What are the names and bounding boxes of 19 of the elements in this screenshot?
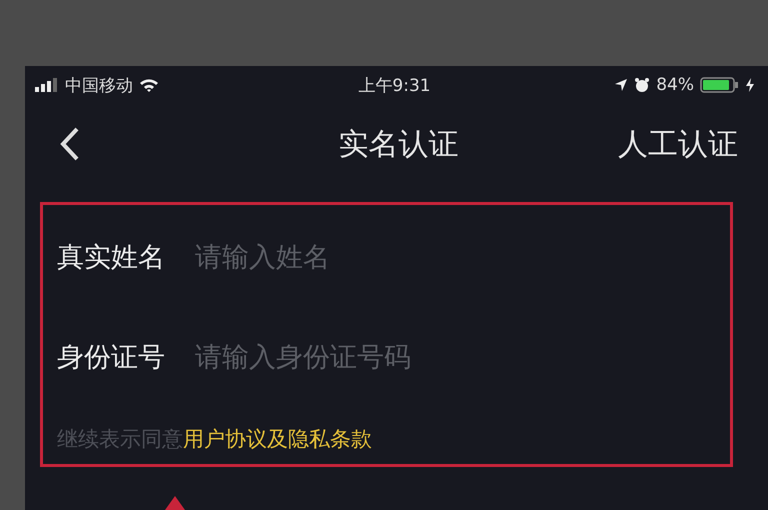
page-title: 实名认证 xyxy=(338,126,458,164)
agreement-link[interactable]: 用户协议及隐私条款 xyxy=(183,425,372,453)
manual-verify-button[interactable]: 人工认证 xyxy=(618,124,738,164)
signal-icon xyxy=(35,78,59,92)
status-time: 上午9:31 xyxy=(358,76,431,96)
wifi-icon xyxy=(139,78,159,92)
battery-icon xyxy=(700,77,740,93)
battery-percent: 84% xyxy=(656,75,694,95)
location-icon xyxy=(614,78,628,92)
agreement-text: 继续表示同意 xyxy=(57,426,183,453)
input-field[interactable]: 请输入姓名 xyxy=(195,237,730,277)
input-field[interactable]: 请输入身份证号码 xyxy=(195,337,730,377)
back-icon[interactable] xyxy=(59,126,81,162)
carrier-name: 中国移动 xyxy=(65,74,133,96)
alarm-icon xyxy=(634,77,650,93)
field-label: 身份证号 xyxy=(57,341,165,375)
field-label: 真实姓名 xyxy=(57,241,165,275)
charging-icon xyxy=(746,78,754,92)
annotation-arrow-icon xyxy=(165,496,185,510)
